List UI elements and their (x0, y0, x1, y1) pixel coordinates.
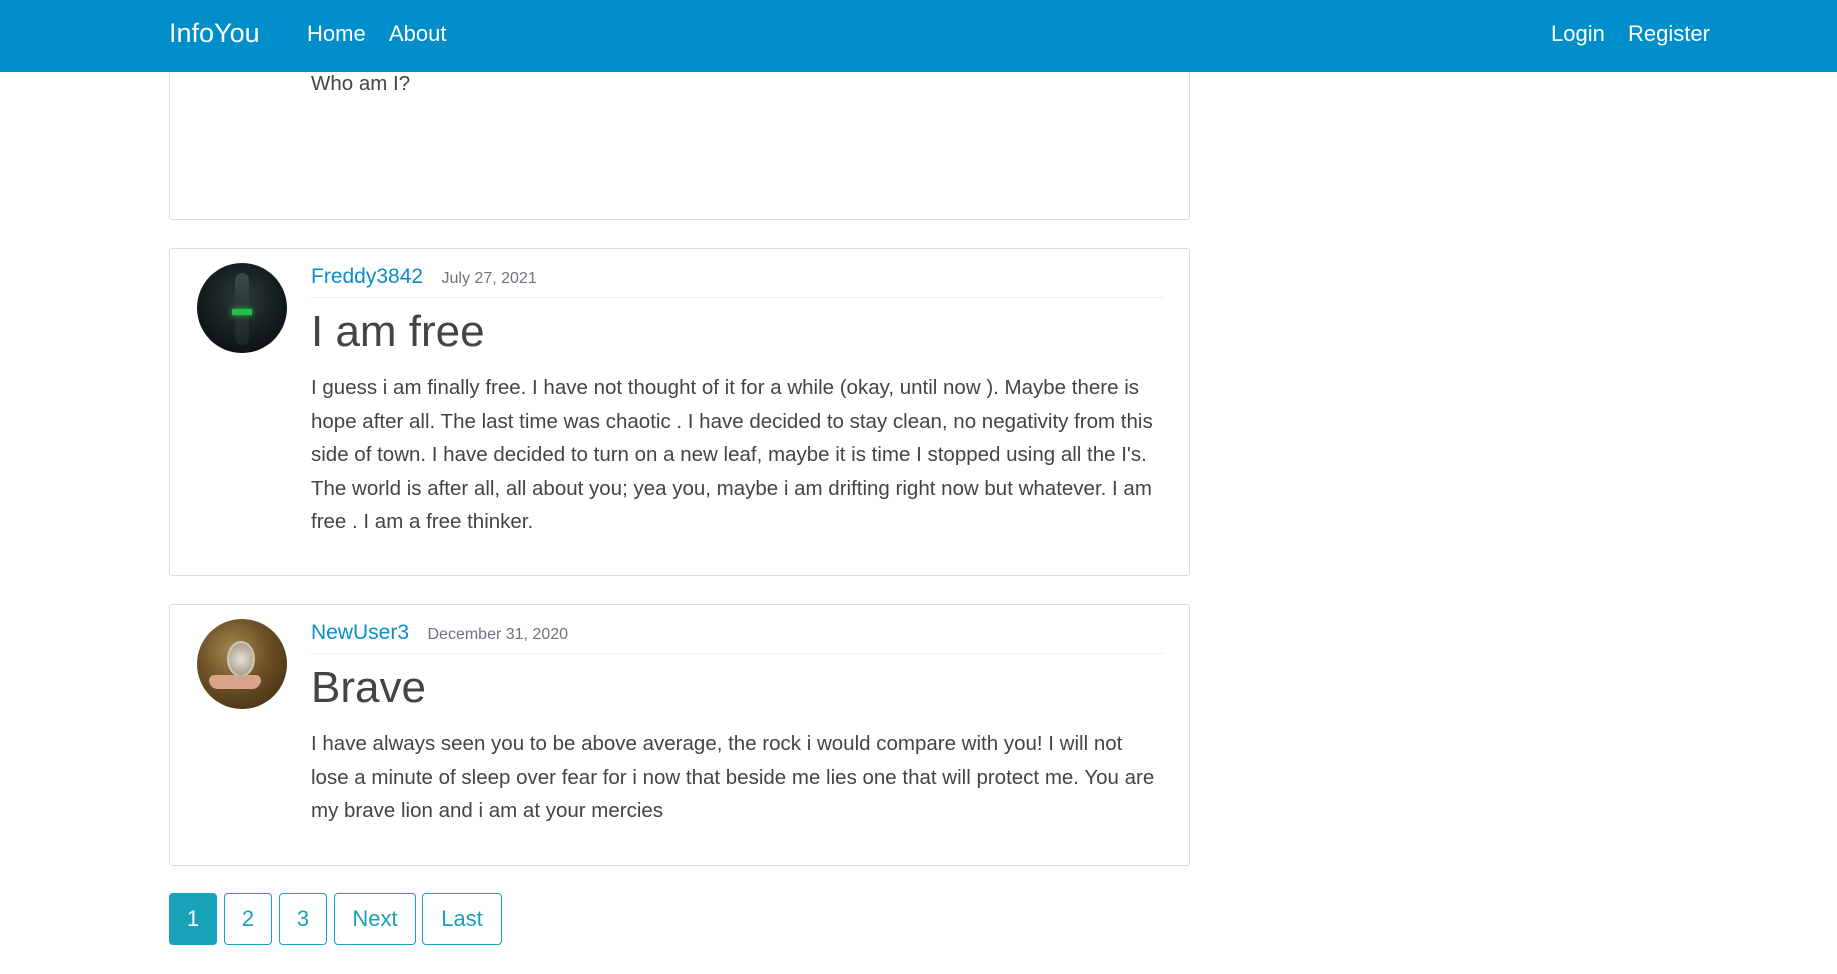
post-content: I guess i am finally free. I have not th… (311, 376, 1153, 533)
page-2-button[interactable]: 2 (224, 893, 272, 945)
hand-holding-clock-avatar (197, 619, 287, 709)
post-meta: NewUser3 December 31, 2020 (311, 621, 1163, 654)
page-3-button[interactable]: 3 (279, 893, 327, 945)
post-title[interactable]: I am free (311, 307, 485, 358)
post-card: Freddy3842 July 27, 2021 I am free I gue… (169, 248, 1190, 576)
nav-login-link[interactable]: Login (1551, 21, 1605, 47)
page: good feeling. Oh wait, he is real but i … (0, 0, 1837, 974)
green-glow-accent (232, 309, 252, 315)
dark-silhouette-avatar (197, 263, 287, 353)
next-page-button[interactable]: Next (334, 893, 416, 945)
page-1-button[interactable]: 1 (169, 893, 217, 945)
post-content: I have always seen you to be above avera… (311, 732, 1155, 822)
hand-icon (209, 675, 261, 689)
post-title[interactable]: Brave (311, 663, 426, 714)
brand-logo[interactable]: InfoYou (169, 18, 260, 49)
clock-icon (227, 641, 255, 677)
post-card: NewUser3 December 31, 2020 Brave I have … (169, 604, 1190, 866)
nav-about-link[interactable]: About (389, 21, 447, 47)
author-link[interactable]: NewUser3 (311, 621, 409, 644)
author-link[interactable]: Freddy3842 (311, 265, 423, 288)
top-navbar: InfoYou Home About Login Register (0, 0, 1837, 72)
post-meta: Freddy3842 July 27, 2021 (311, 265, 1163, 298)
nav-home-link[interactable]: Home (307, 21, 366, 47)
nav-register-link[interactable]: Register (1628, 21, 1710, 47)
post-date: July 27, 2021 (441, 270, 537, 287)
post-date: December 31, 2020 (427, 626, 569, 643)
last-page-button[interactable]: Last (422, 893, 502, 945)
